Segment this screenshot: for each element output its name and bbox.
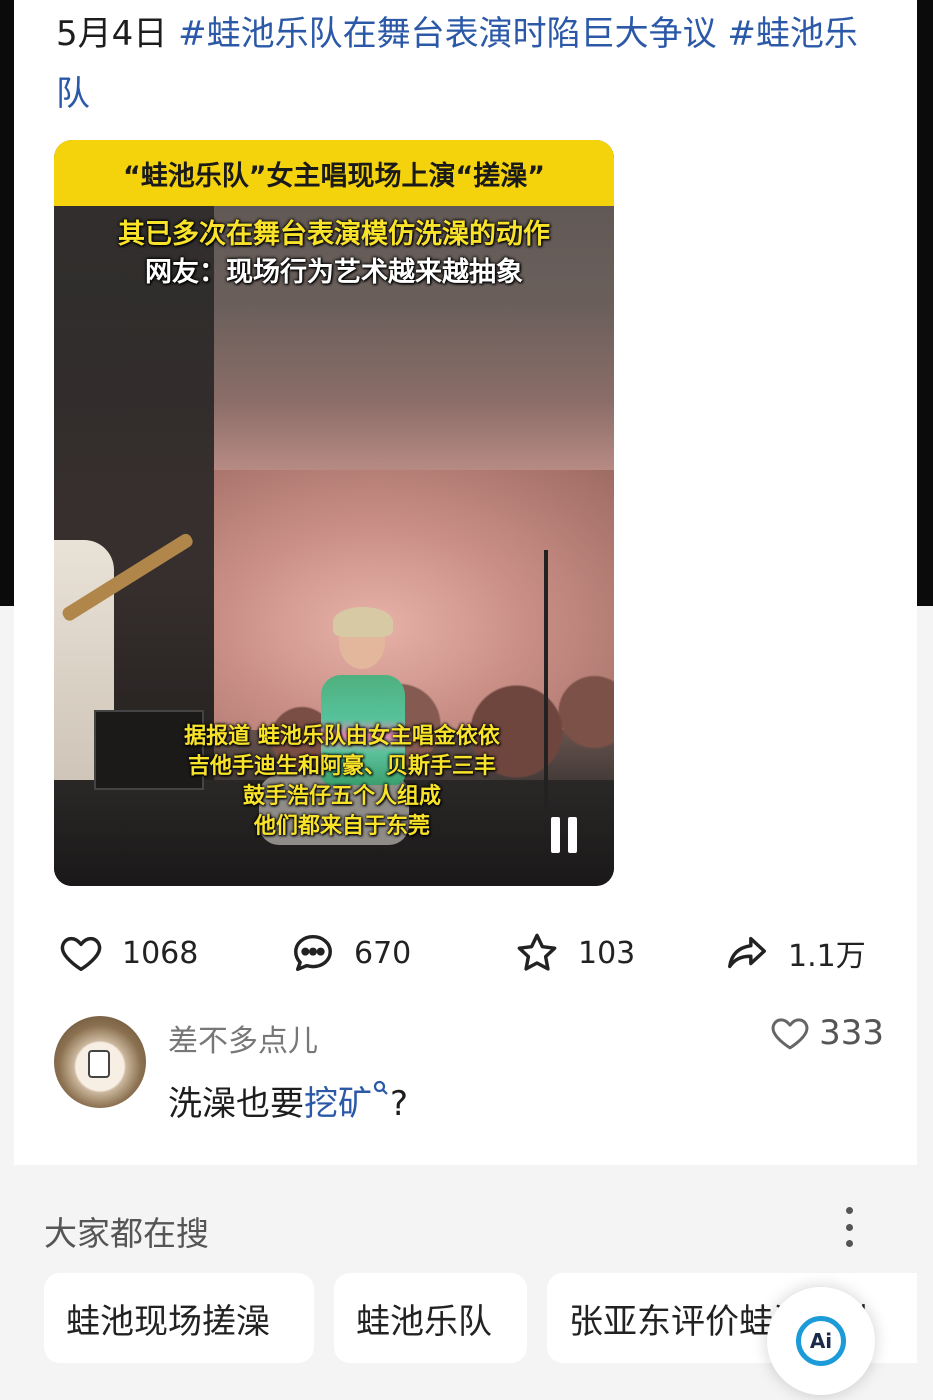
comment-button[interactable]: 670 bbox=[290, 920, 411, 986]
like-count: 1068 bbox=[122, 935, 199, 971]
video-title-banner: “蛙池乐队”女主唱现场上演“搓澡” bbox=[54, 140, 614, 206]
hot-search-title: 大家都在搜 bbox=[44, 1214, 209, 1253]
share-button[interactable]: 1.1万 bbox=[724, 920, 866, 986]
dark-frame-left bbox=[0, 0, 14, 606]
like-button[interactable]: 1068 bbox=[58, 920, 198, 986]
share-count: 1.1万 bbox=[788, 939, 866, 974]
search-chip[interactable]: 蛙池现场搓澡 bbox=[44, 1273, 314, 1363]
comment-text: 洗澡也要挖矿? bbox=[168, 1076, 408, 1125]
search-icon bbox=[373, 1080, 388, 1095]
video-player[interactable]: “蛙池乐队”女主唱现场上演“搓澡” 其已多次在舞台表演模仿洗澡的动作 网友：现场… bbox=[54, 140, 614, 886]
ai-assistant-button[interactable]: Ai bbox=[767, 1287, 875, 1395]
pause-icon[interactable] bbox=[551, 817, 581, 853]
video-subtitle: 网友：现场行为艺术越来越抽象 bbox=[145, 257, 523, 288]
video-caption: 鼓手浩仔五个人组成 bbox=[242, 784, 441, 809]
ai-icon: Ai bbox=[796, 1316, 846, 1366]
hashtag-link[interactable]: #蛙池乐队在舞台表演时陷巨大争议 bbox=[178, 14, 717, 54]
heart-icon bbox=[60, 936, 102, 972]
avatar[interactable] bbox=[54, 1016, 146, 1108]
video-caption: 吉他手迪生和阿豪、贝斯手三丰 bbox=[187, 754, 496, 779]
heart-icon bbox=[771, 1018, 809, 1050]
comment-icon bbox=[294, 934, 332, 972]
top-comment: 差不多点儿 洗澡也要挖矿? 333 bbox=[54, 1010, 884, 1140]
post-text: 5月4日 #蛙池乐队在舞台表演时陷巨大争议 #蛙池乐队 bbox=[56, 4, 876, 124]
star-icon bbox=[517, 933, 557, 971]
comment-like-button[interactable]: 333 bbox=[769, 1012, 884, 1054]
post-card: 5月4日 #蛙池乐队在舞台表演时陷巨大争议 #蛙池乐队 “蛙池乐队”女主唱现场上… bbox=[14, 0, 917, 1165]
favorite-button[interactable]: 103 bbox=[514, 920, 635, 986]
video-subtitle: 其已多次在舞台表演模仿洗澡的动作 bbox=[118, 219, 550, 250]
search-chip[interactable]: 蛙池乐队 bbox=[334, 1273, 527, 1363]
search-keyword-link[interactable]: 挖矿 bbox=[304, 1084, 372, 1124]
share-icon bbox=[728, 936, 766, 969]
video-caption: 据报道 蛙池乐队由女主唱金依依 bbox=[184, 724, 500, 749]
video-caption: 他们都来自于东莞 bbox=[253, 814, 430, 839]
more-options-icon[interactable] bbox=[843, 1207, 855, 1247]
dark-frame-right bbox=[917, 0, 933, 606]
comment-like-count: 333 bbox=[819, 1013, 884, 1053]
post-date: 5月4日 bbox=[56, 14, 168, 54]
engagement-bar: 1068 670 103 1.1万 bbox=[54, 920, 884, 986]
favorite-count: 103 bbox=[578, 935, 636, 971]
comment-count: 670 bbox=[354, 935, 412, 971]
comment-username[interactable]: 差不多点儿 bbox=[168, 1016, 318, 1060]
